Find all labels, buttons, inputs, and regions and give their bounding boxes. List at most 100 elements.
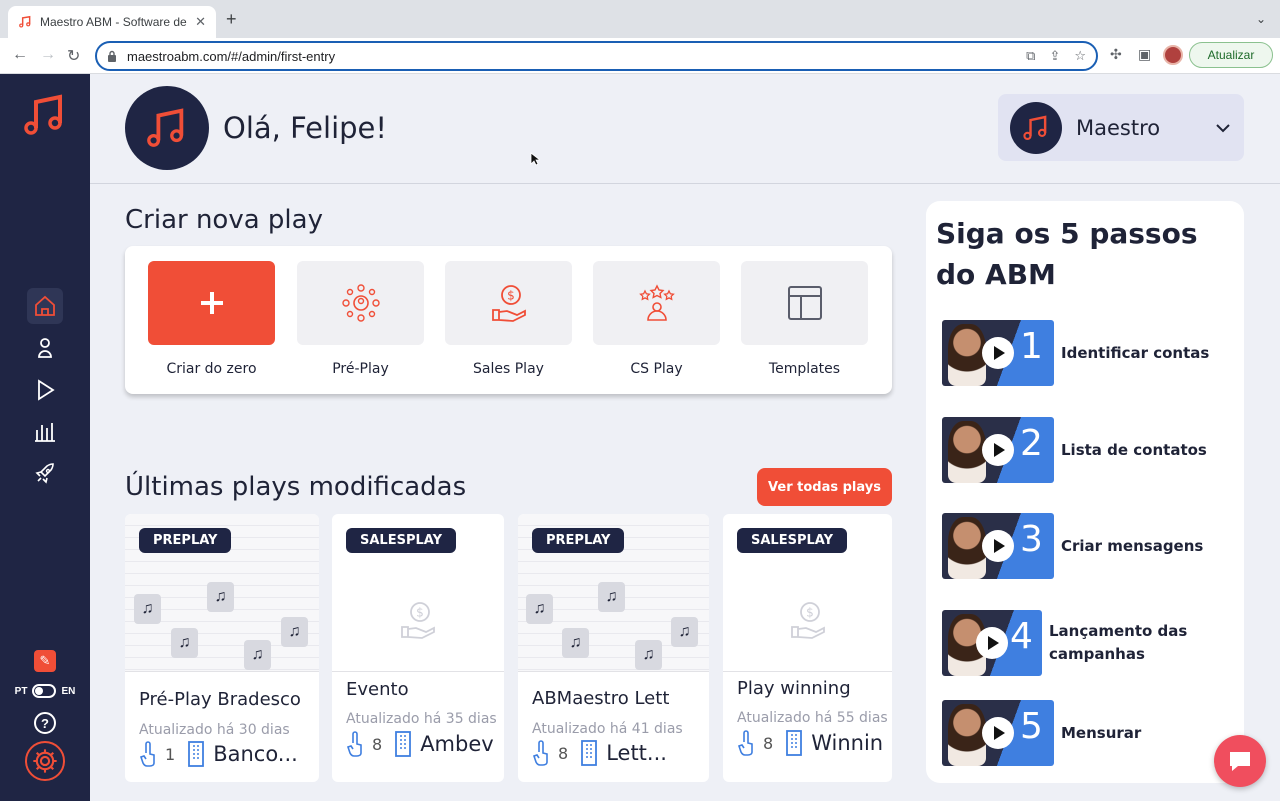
step-label: Lançamento das campanhas (1049, 622, 1188, 663)
sidebar-item-analytics[interactable] (27, 414, 63, 450)
create-templates[interactable]: Templates (741, 261, 868, 377)
extensions-icon[interactable]: ✣ (1110, 46, 1122, 63)
page-header: Olá, Felipe! Maestro (90, 74, 1280, 184)
step-video-thumbnail[interactable]: 4 (942, 610, 1042, 676)
play-card[interactable]: ♫ ♫ ♫ ♫ ♫ PREPLAY ABMaestro Lett Atualiz… (518, 514, 709, 782)
touch-icon (532, 740, 548, 766)
contacts-count: 8 (763, 733, 774, 753)
tab-menu-chevron-icon[interactable]: ⌄ (1256, 12, 1266, 26)
step-item[interactable]: 3 Criar mensagens (942, 513, 1242, 579)
help-icon[interactable]: ? (34, 712, 56, 734)
play-updated: Atualizado há 55 dias (737, 710, 888, 726)
analytics-icon (35, 423, 55, 442)
browser-tab-bar: Maestro ABM - Software de A ✕ + ⌄ (0, 0, 1280, 38)
templates-button[interactable] (741, 261, 868, 345)
maestro-logo-icon[interactable] (22, 92, 68, 138)
chat-support-button[interactable] (1214, 735, 1266, 787)
play-updated: Atualizado há 30 dias (139, 722, 290, 738)
step-label: Criar mensagens (1061, 536, 1204, 555)
play-meta: 1 Banco... (139, 741, 298, 767)
music-note-icon: ♫ (671, 617, 698, 647)
settings-button[interactable] (25, 741, 65, 781)
home-icon (35, 295, 55, 316)
new-tab-icon[interactable]: + (226, 9, 237, 30)
back-icon[interactable]: ← (12, 46, 28, 64)
create-csplay[interactable]: CS Play (593, 261, 720, 377)
language-toggle[interactable]: PT EN (0, 684, 90, 698)
share-icon[interactable]: ⇪ (1049, 48, 1060, 64)
maestro-favicon-icon (19, 15, 31, 28)
step-item[interactable]: 4 Lançamento das campanhas (942, 610, 1242, 676)
greeting-text: Olá, Felipe! (223, 111, 388, 145)
create-salesplay-button[interactable]: $ (445, 261, 572, 345)
sidebar-item-plays[interactable] (27, 372, 63, 408)
browser-tab[interactable]: Maestro ABM - Software de A ✕ (8, 6, 216, 38)
contacts-count: 8 (372, 734, 383, 754)
play-button-icon[interactable] (982, 434, 1014, 466)
create-csplay-button[interactable] (593, 261, 720, 345)
mouse-cursor-icon (530, 152, 540, 166)
play-meta: 8 Ambev (346, 731, 494, 757)
music-note-icon: ♫ (635, 640, 662, 670)
sidebar-item-launch[interactable] (27, 456, 63, 492)
organization-selector[interactable]: Maestro (998, 94, 1244, 161)
play-icon (38, 379, 55, 401)
svg-text:$: $ (806, 606, 814, 620)
play-card[interactable]: $ SALESPLAY Play winning Atualizado há 5… (723, 514, 892, 782)
language-switch[interactable] (32, 684, 57, 698)
recent-section-title: Últimas plays modificadas (125, 472, 467, 502)
company-name: Banco... (213, 742, 298, 766)
play-name: ABMaestro Lett (532, 688, 670, 709)
step-number: 3 (1020, 519, 1043, 560)
step-video-thumbnail[interactable]: 2 (942, 417, 1054, 483)
profile-avatar[interactable] (1163, 45, 1183, 65)
create-preplay[interactable]: Pré-Play (297, 261, 424, 377)
step-item[interactable]: 1 Identificar contas (942, 320, 1242, 386)
create-item-label: CS Play (630, 361, 683, 377)
abm-steps-panel: Siga os 5 passos do ABM 1 Identificar co… (926, 201, 1244, 783)
play-type-badge: PREPLAY (532, 528, 625, 553)
building-icon (395, 731, 412, 757)
play-card[interactable]: $ SALESPLAY Evento Atualizado há 35 dias… (332, 514, 504, 782)
sidebar-item-home[interactable] (27, 288, 63, 324)
tab-close-icon[interactable]: ✕ (195, 14, 206, 30)
music-note-icon: ♫ (134, 594, 161, 624)
update-button[interactable]: Atualizar (1189, 42, 1273, 68)
step-video-thumbnail[interactable]: 1 (942, 320, 1054, 386)
play-button-icon[interactable] (976, 627, 1008, 659)
step-video-thumbnail[interactable]: 5 (942, 700, 1054, 766)
create-from-scratch[interactable]: Criar do zero (148, 261, 275, 377)
coin-hand-icon: $ (790, 602, 825, 639)
step-label: Identificar contas (1061, 343, 1210, 362)
create-section-title: Criar nova play (125, 205, 323, 235)
bookmark-star-icon[interactable]: ☆ (1074, 48, 1086, 64)
view-all-plays-button[interactable]: Ver todas plays (757, 468, 892, 506)
forward-icon[interactable]: → (40, 46, 56, 64)
translate-icon[interactable]: ⧉ (1026, 48, 1035, 64)
building-icon (188, 741, 205, 767)
play-meta: 8 Winnin (737, 730, 883, 756)
step-number: 2 (1020, 423, 1043, 464)
music-note-icon: ♫ (281, 617, 308, 647)
sidebar-item-contacts[interactable] (27, 330, 63, 366)
lock-icon (108, 50, 116, 62)
step-item[interactable]: 2 Lista de contatos (942, 417, 1242, 483)
address-bar[interactable]: maestroabm.com/#/admin/first-entry ⧉ ⇪ ☆ (95, 41, 1098, 71)
create-preplay-button[interactable] (297, 261, 424, 345)
presenter-image (948, 421, 986, 483)
play-updated: Atualizado há 41 dias (532, 721, 683, 737)
play-type-badge: PREPLAY (139, 528, 232, 553)
play-button-icon[interactable] (982, 717, 1014, 749)
step-video-thumbnail[interactable]: 3 (942, 513, 1054, 579)
play-card[interactable]: ♫ ♫ ♫ ♫ ♫ PREPLAY Pré-Play Bradesco Atua… (125, 514, 319, 782)
create-item-label: Pré-Play (332, 361, 389, 377)
user-icon (38, 338, 52, 358)
play-button-icon[interactable] (982, 337, 1014, 369)
step-item[interactable]: 5 Mensurar (942, 700, 1242, 766)
play-button-icon[interactable] (982, 530, 1014, 562)
create-from-scratch-button[interactable] (148, 261, 275, 345)
create-salesplay[interactable]: $ Sales Play (445, 261, 572, 377)
reload-icon[interactable]: ↻ (67, 46, 80, 66)
side-panel-icon[interactable]: ▣ (1138, 46, 1151, 63)
magic-wand-icon[interactable]: ✎ (34, 650, 56, 672)
